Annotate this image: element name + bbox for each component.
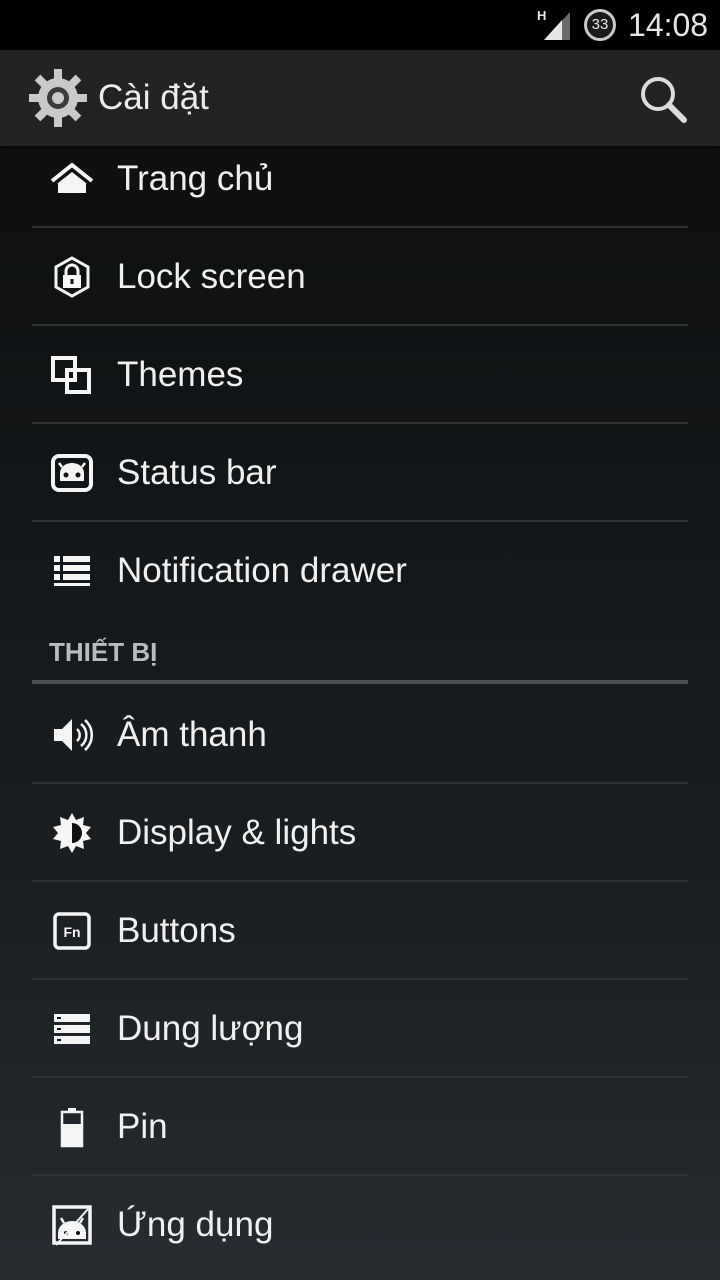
clock: 14:08 xyxy=(628,7,709,43)
storage-icon xyxy=(54,1014,90,1044)
section-title: THIẾT BỊ xyxy=(49,637,158,667)
notification-drawer-icon xyxy=(54,556,90,586)
settings-item-label: Lock screen xyxy=(117,257,306,296)
speaker-icon xyxy=(54,719,94,751)
svg-text:Fn: Fn xyxy=(63,924,80,940)
settings-item-label: Trang chủ xyxy=(117,159,274,198)
fn-button-icon: Fn xyxy=(53,912,91,950)
settings-item-status-bar[interactable]: Status bar xyxy=(32,424,688,522)
settings-item-label: Status bar xyxy=(117,453,277,492)
settings-item-label: Display & lights xyxy=(117,813,357,852)
action-bar: Cài đặt xyxy=(0,50,720,146)
brightness-icon xyxy=(53,813,91,853)
search-icon[interactable] xyxy=(636,72,690,126)
settings-item-label: Themes xyxy=(117,355,244,394)
settings-item-buttons[interactable]: Fn Buttons xyxy=(32,882,688,980)
themes-icon xyxy=(51,356,91,394)
lock-icon xyxy=(54,256,90,298)
settings-item-lock-screen[interactable]: Lock screen xyxy=(32,228,688,326)
status-bar-icon xyxy=(51,454,93,492)
notification-count-badge: 33 xyxy=(584,9,616,41)
settings-item-notification-drawer[interactable]: Notification drawer xyxy=(32,522,688,620)
settings-item-storage[interactable]: Dung lượng xyxy=(32,980,688,1078)
gear-icon[interactable] xyxy=(28,68,88,128)
settings-screen: Trang chủ Lock screen Themes Status bar … xyxy=(0,0,720,1280)
settings-item-label: Ứng dụng xyxy=(117,1205,274,1244)
home-icon xyxy=(50,162,94,193)
signal-icon: H xyxy=(537,8,570,40)
settings-item-label: Buttons xyxy=(117,911,236,950)
settings-item-label: Notification drawer xyxy=(117,551,407,590)
settings-item-themes[interactable]: Themes xyxy=(32,326,688,424)
settings-item-battery[interactable]: Pin xyxy=(32,1078,688,1176)
settings-item-label: Dung lượng xyxy=(117,1009,304,1048)
network-type: H xyxy=(537,8,546,23)
status-bar: H 33 14:08 xyxy=(0,0,720,50)
settings-item-label: Âm thanh xyxy=(117,715,267,754)
page-title: Cài đặt xyxy=(98,78,209,117)
settings-item-label: Pin xyxy=(117,1107,168,1146)
section-header-device: THIẾT BỊ xyxy=(32,618,688,684)
apps-icon xyxy=(52,1205,92,1246)
settings-item-sound[interactable]: Âm thanh xyxy=(32,686,688,784)
settings-item-apps[interactable]: Ứng dụng xyxy=(32,1176,688,1274)
battery-icon xyxy=(60,1108,84,1148)
section-divider xyxy=(32,680,688,684)
settings-item-display[interactable]: Display & lights xyxy=(32,784,688,882)
